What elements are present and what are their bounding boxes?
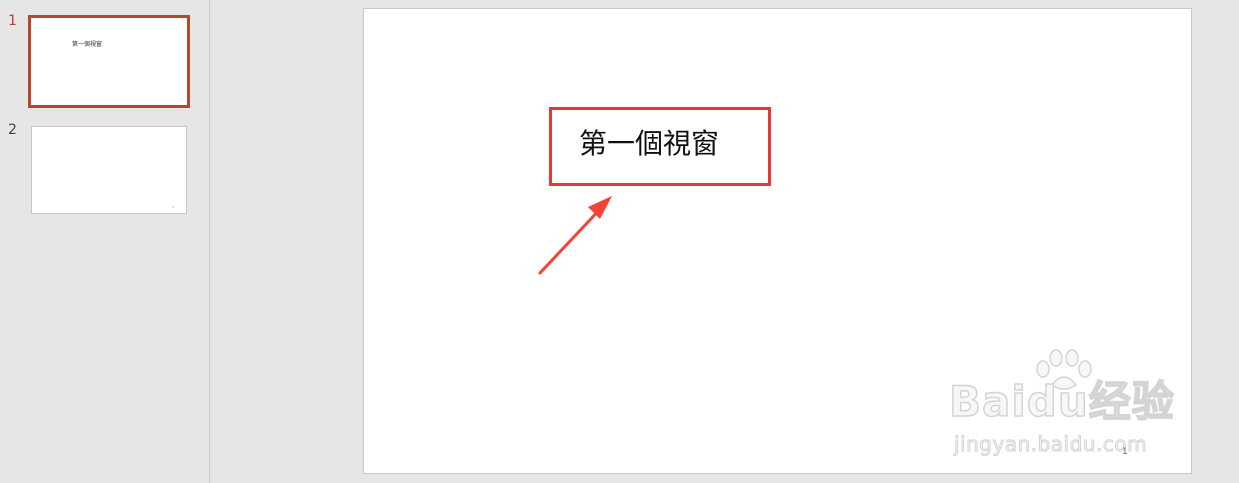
slide-canvas[interactable]: 第一個視窗 Baidu经验 jingyan.baidu.com 1 — [363, 8, 1192, 474]
slide-thumbnail-2[interactable]: 2 — [31, 126, 187, 214]
thumbnail-page-number: 2 — [172, 205, 174, 209]
baidu-watermark: Baidu经验 jingyan.baidu.com — [948, 349, 1189, 464]
watermark-brand: Baidu经验 — [948, 376, 1175, 427]
thumbnail-title-text: 第一個視窗 — [72, 41, 103, 48]
slide-number-1: 1 — [8, 13, 17, 29]
slide-thumbnail-pane[interactable]: 1 第一個視窗 2 2 — [0, 0, 209, 483]
slide-number-2: 2 — [8, 122, 17, 138]
watermark-url: jingyan.baidu.com — [953, 432, 1148, 457]
slide-page-number: 1 — [1122, 447, 1128, 457]
slide-thumbnail-1[interactable]: 第一個視窗 — [28, 15, 190, 108]
